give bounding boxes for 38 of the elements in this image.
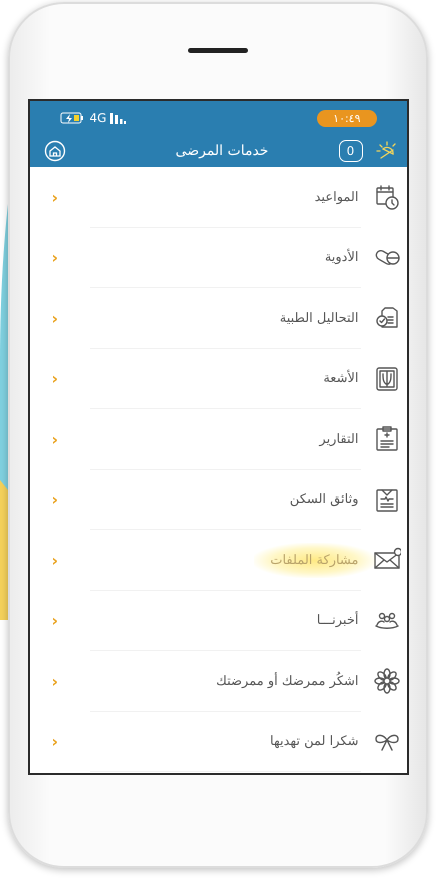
chevron-icon: ‹ (52, 732, 58, 752)
battery-icon (60, 112, 84, 124)
network-type: 4G (90, 111, 106, 125)
menu-label: التقارير (319, 432, 358, 447)
menu-label: الأدوية (324, 250, 358, 266)
home-icon[interactable] (44, 140, 66, 162)
menu-label: اشكُر ممرضك أو ممرضتك (216, 674, 358, 689)
signal-icon (110, 112, 126, 124)
flower-icon (372, 667, 400, 696)
menu-item[interactable]: الأدوية ‹ (30, 228, 406, 288)
menu-label: التحاليل الطبية (280, 310, 358, 326)
chevron-icon: ‹ (52, 490, 58, 510)
chevron-icon: ‹ (52, 248, 58, 268)
menu-item[interactable]: وثائق السكن ‹ (30, 470, 406, 530)
chevron-icon: ‹ (52, 672, 58, 691)
screen-title: خدمات المرضى (174, 143, 270, 159)
chevron-icon: ‹ (52, 550, 58, 570)
menu-item[interactable]: المواعيد ‹ (30, 167, 406, 228)
menu-item[interactable]: الأشعة ‹ (30, 348, 406, 409)
menu-item[interactable]: التحاليل الطبية ‹ (30, 288, 406, 348)
menu-label: المواعيد (314, 190, 358, 205)
menu-label: مشاركة الملفات (254, 542, 374, 578)
chevron-icon: ‹ (52, 308, 58, 328)
chevron-icon: ‹ (52, 430, 58, 449)
menu-item[interactable]: اشكُر ممرضك أو ممرضتك ‹ (30, 651, 406, 712)
time-badge: ١٠:٤٩ (317, 110, 376, 126)
menu-item[interactable]: التقارير ‹ (30, 409, 406, 470)
chevron-icon: ‹ (52, 369, 58, 388)
menu-label: أخبرنـــا (316, 613, 358, 628)
menu-item[interactable]: شكرا لمن تهديها ‹ (30, 712, 406, 772)
notification-count[interactable]: 0 (338, 140, 362, 162)
chevron-icon: ‹ (52, 188, 58, 207)
menu-item[interactable]: أخبرنـــا ‹ (30, 590, 406, 651)
menu-label: الأشعة (323, 371, 358, 386)
phone-speaker (188, 48, 248, 53)
menu-label: وثائق السكن (290, 492, 358, 508)
chevron-icon: ‹ (52, 611, 58, 630)
menu-label: شكرا لمن تهديها (270, 734, 358, 750)
